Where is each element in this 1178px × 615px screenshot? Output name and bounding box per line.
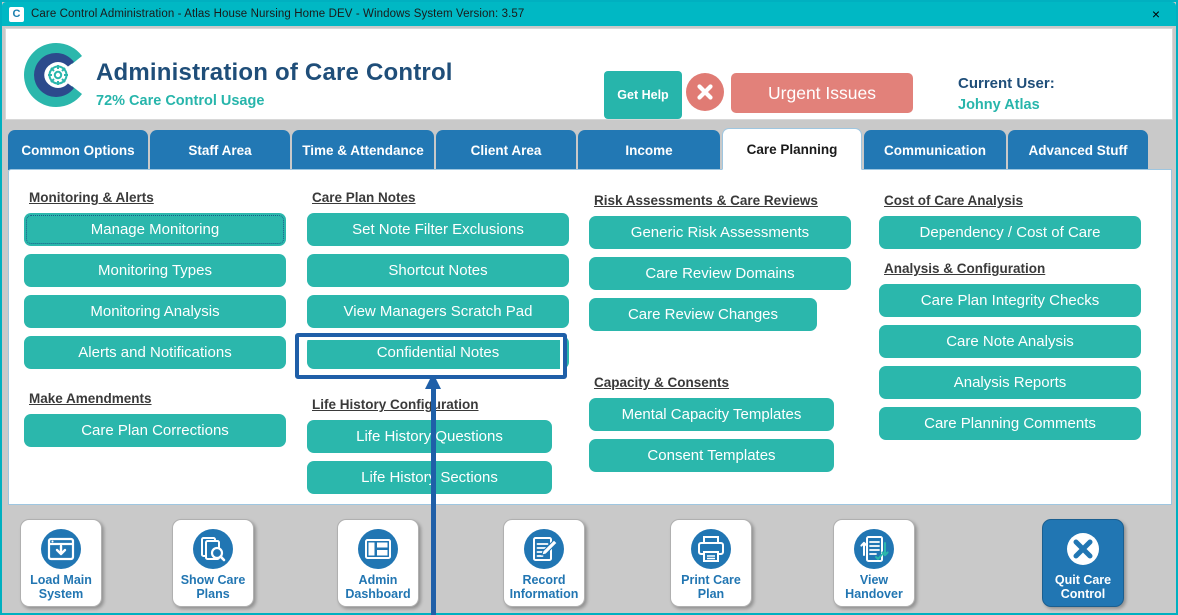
tab-common-options[interactable]: Common Options (8, 130, 148, 170)
tool-label: Record Information (509, 573, 579, 602)
btn-care-plan-integrity-checks[interactable]: Care Plan Integrity Checks (879, 284, 1141, 317)
group-heading-monitoring-alerts: Monitoring & Alerts (29, 190, 154, 205)
tool-load-main-system[interactable]: Load Main System (20, 519, 102, 607)
tool-show-care-plans[interactable]: Show Care Plans (172, 519, 254, 607)
care-planning-panel: Monitoring & Alerts Manage Monitoring Mo… (8, 169, 1172, 505)
pointer-arrow-line (431, 384, 436, 615)
btn-manage-monitoring[interactable]: Manage Monitoring (24, 213, 286, 246)
app-header: Administration of Care Control 72% Care … (5, 28, 1173, 120)
btn-care-planning-comments[interactable]: Care Planning Comments (879, 407, 1141, 440)
window-title: Care Control Administration - Atlas Hous… (31, 8, 525, 20)
care-control-logo-icon (20, 39, 92, 111)
group-heading-make-amendments: Make Amendments (29, 391, 152, 406)
current-user-label: Current User: (958, 75, 1055, 92)
group-heading-analysis-configuration: Analysis & Configuration (884, 261, 1046, 276)
btn-dependency-cost-of-care[interactable]: Dependency / Cost of Care (879, 216, 1141, 249)
load-main-system-icon (40, 528, 82, 570)
view-handover-icon (853, 528, 895, 570)
admin-dashboard-icon (357, 528, 399, 570)
urgent-issues-button[interactable]: Urgent Issues (731, 73, 913, 113)
btn-view-managers-scratch-pad[interactable]: View Managers Scratch Pad (307, 295, 569, 328)
btn-confidential-notes[interactable]: Confidential Notes (307, 336, 569, 369)
btn-monitoring-analysis[interactable]: Monitoring Analysis (24, 295, 286, 328)
print-care-plan-icon (690, 528, 732, 570)
tab-communication[interactable]: Communication (864, 130, 1006, 170)
tool-label: View Handover (845, 573, 903, 602)
btn-alerts-and-notifications[interactable]: Alerts and Notifications (24, 336, 286, 369)
quit-care-control-icon (1062, 528, 1104, 570)
tool-label: Admin Dashboard (345, 573, 411, 602)
tool-label: Show Care Plans (180, 573, 246, 602)
app-icon: C (9, 6, 24, 22)
group-heading-risk-assessments-care-reviews: Risk Assessments & Care Reviews (594, 193, 818, 208)
tab-advanced-stuff[interactable]: Advanced Stuff (1008, 130, 1148, 170)
group-heading-capacity-consents: Capacity & Consents (594, 375, 730, 390)
record-information-icon (523, 528, 565, 570)
btn-analysis-reports[interactable]: Analysis Reports (879, 366, 1141, 399)
tool-print-care-plan[interactable]: Print Care Plan (670, 519, 752, 607)
title-bar: C Care Control Administration - Atlas Ho… (2, 2, 1176, 26)
tab-staff-area[interactable]: Staff Area (150, 130, 290, 170)
tab-bar: Common Options Staff Area Time & Attenda… (8, 128, 1172, 170)
group-heading-life-history-configuration: Life History Configuration (312, 397, 479, 412)
btn-care-review-domains[interactable]: Care Review Domains (589, 257, 851, 290)
get-help-button[interactable]: Get Help (604, 71, 682, 119)
tab-income[interactable]: Income (578, 130, 720, 170)
current-user-name: Johny Atlas (958, 97, 1040, 113)
tool-label: Quit Care Control (1054, 573, 1112, 602)
btn-monitoring-types[interactable]: Monitoring Types (24, 254, 286, 287)
btn-life-history-sections[interactable]: Life History Sections (307, 461, 552, 494)
tab-client-area[interactable]: Client Area (436, 130, 576, 170)
btn-care-review-changes[interactable]: Care Review Changes (589, 298, 817, 331)
bottom-toolbar: Load Main System Show Care Plans Admin D… (5, 509, 1173, 612)
group-heading-cost-of-care-analysis: Cost of Care Analysis (884, 193, 1024, 208)
btn-set-note-filter-exclusions[interactable]: Set Note Filter Exclusions (307, 213, 569, 246)
btn-care-plan-corrections[interactable]: Care Plan Corrections (24, 414, 286, 447)
tool-admin-dashboard[interactable]: Admin Dashboard (337, 519, 419, 607)
tool-view-handover[interactable]: View Handover (833, 519, 915, 607)
btn-life-history-questions[interactable]: Life History Questions (307, 420, 552, 453)
btn-consent-templates[interactable]: Consent Templates (589, 439, 834, 472)
usage-subtitle: 72% Care Control Usage (96, 93, 265, 109)
group-heading-care-plan-notes: Care Plan Notes (312, 190, 416, 205)
column-care-plan-notes: Care Plan Notes Set Note Filter Exclusio… (307, 170, 569, 502)
column-cost-of-care: Cost of Care Analysis Dependency / Cost … (879, 170, 1141, 448)
tab-care-planning[interactable]: Care Planning (722, 128, 862, 170)
column-monitoring: Monitoring & Alerts Manage Monitoring Mo… (24, 170, 286, 455)
show-care-plans-icon (192, 528, 234, 570)
page-title: Administration of Care Control (96, 59, 453, 86)
btn-mental-capacity-templates[interactable]: Mental Capacity Templates (589, 398, 834, 431)
tool-quit-care-control[interactable]: Quit Care Control (1042, 519, 1124, 607)
tool-record-information[interactable]: Record Information (503, 519, 585, 607)
application-window: C Care Control Administration - Atlas Ho… (0, 0, 1178, 615)
btn-shortcut-notes[interactable]: Shortcut Notes (307, 254, 569, 287)
btn-care-note-analysis[interactable]: Care Note Analysis (879, 325, 1141, 358)
close-icon[interactable]: × (1136, 2, 1176, 26)
tool-label: Print Care Plan (681, 573, 741, 602)
column-risk-assessments: Risk Assessments & Care Reviews Generic … (589, 170, 851, 480)
x-circle-icon[interactable] (686, 73, 724, 111)
tool-label: Load Main System (30, 573, 92, 602)
tab-time-attendance[interactable]: Time & Attendance (292, 130, 434, 170)
btn-generic-risk-assessments[interactable]: Generic Risk Assessments (589, 216, 851, 249)
